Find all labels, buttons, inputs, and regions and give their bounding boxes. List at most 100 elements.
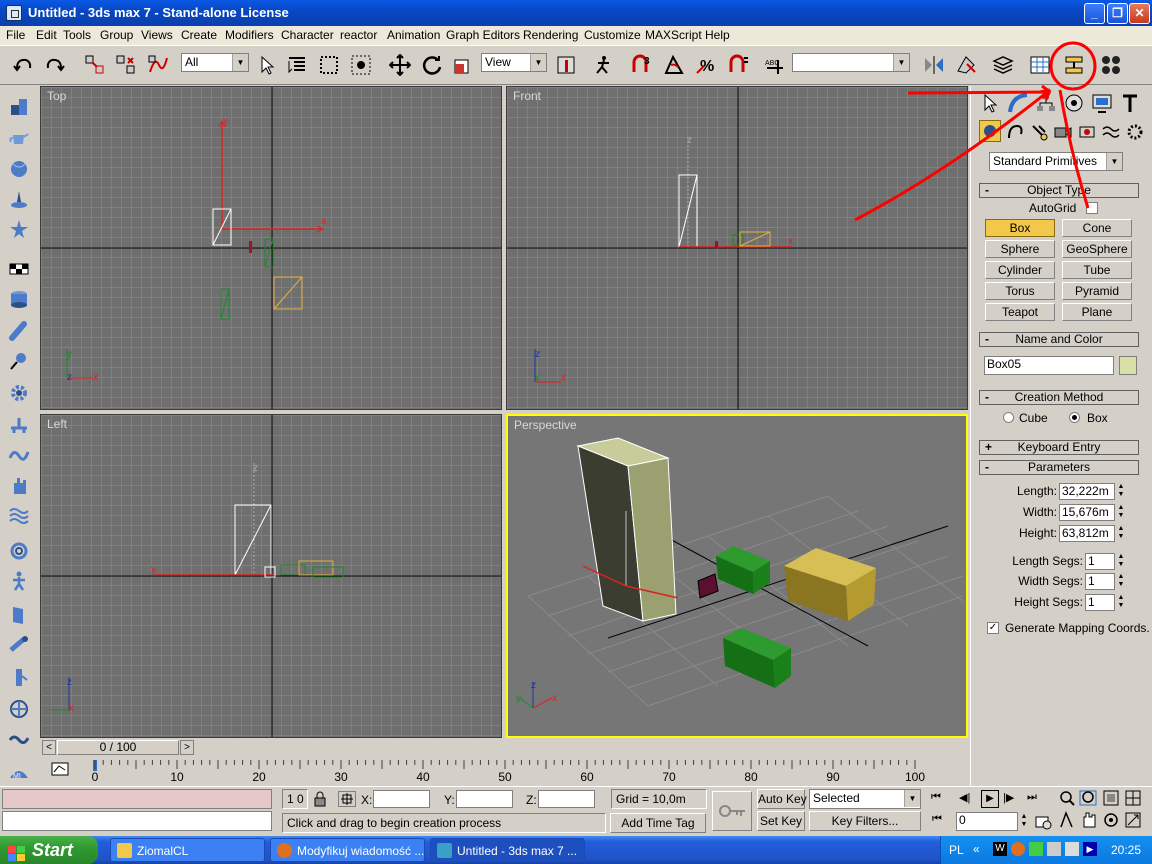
spotlight-icon[interactable] (6, 348, 32, 374)
z-coord-field[interactable] (538, 790, 595, 808)
length-segs-field[interactable]: 1 (1085, 553, 1115, 570)
select-and-link-icon[interactable] (82, 52, 108, 78)
app-icon[interactable] (6, 5, 22, 21)
object-category-dropdown[interactable]: Standard Primitives ▼ (989, 152, 1123, 171)
rope-icon[interactable] (6, 726, 32, 752)
autogrid-checkbox[interactable] (1086, 202, 1098, 214)
hierarchy-tab-icon[interactable] (1035, 92, 1059, 114)
menu-animation[interactable]: Animation (387, 28, 440, 42)
geosphere-button[interactable]: GeoSphere (1062, 240, 1132, 258)
winamp-icon[interactable]: W (993, 842, 1007, 856)
track-bar[interactable]: 0 10 20 30 40 50 60 70 80 90 100 (40, 758, 970, 784)
rectangular-selection-icon[interactable] (316, 52, 342, 78)
set-key-button[interactable]: Set Key (757, 811, 805, 831)
key-filters-button[interactable]: Key Filters... (809, 811, 921, 831)
gear-icon[interactable] (6, 380, 32, 406)
volume-icon[interactable] (1065, 842, 1079, 856)
viewport-perspective[interactable]: Perspective z x y (506, 414, 968, 738)
box-icon[interactable] (6, 94, 32, 120)
taskbar-item-3dsmax[interactable]: Untitled - 3ds max 7 ... (430, 838, 585, 862)
field-of-view-icon[interactable] (1060, 810, 1073, 828)
material-editor-icon[interactable] (1098, 52, 1124, 78)
motion-tab-icon[interactable] (1063, 92, 1087, 114)
restore-button[interactable]: ❐ (1107, 3, 1128, 24)
creation-method-rollout[interactable]: - Creation Method (979, 390, 1139, 405)
menu-group[interactable]: Group (100, 28, 133, 42)
auto-key-button[interactable]: Auto Key (757, 789, 807, 809)
plane-button[interactable]: Plane (1062, 303, 1132, 321)
bind-space-warp-icon[interactable] (145, 52, 171, 78)
height-segs-field[interactable]: 1 (1085, 594, 1115, 611)
menu-edit[interactable]: Edit (36, 28, 57, 42)
schematic-view-icon[interactable] (1061, 52, 1087, 78)
figure-icon[interactable] (6, 664, 32, 690)
menu-tools[interactable]: Tools (63, 28, 91, 42)
geometry-icon[interactable] (979, 120, 1001, 142)
next-frame-icon[interactable]: |▶ (1003, 791, 1014, 804)
select-manipulate-icon[interactable] (590, 52, 616, 78)
space-warps-icon[interactable] (1101, 122, 1121, 142)
viewport-left[interactable]: Left z y z x (40, 414, 502, 738)
torus-button[interactable]: Torus (985, 282, 1055, 300)
close-button[interactable]: ✕ (1129, 3, 1150, 24)
width-field[interactable]: 15,676m (1059, 504, 1115, 521)
maxscript-listener-white[interactable] (2, 811, 272, 831)
menu-create[interactable]: Create (181, 28, 217, 42)
app-tray-icon[interactable] (1029, 842, 1043, 856)
menu-help[interactable]: Help (705, 28, 730, 42)
menu-customize[interactable]: Customize (584, 28, 641, 42)
sphere-icon[interactable] (6, 156, 32, 182)
sphere-button[interactable]: Sphere (985, 240, 1055, 258)
pyramid-button[interactable]: Pyramid (1062, 282, 1132, 300)
time-slider[interactable]: < 0 / 100 > (40, 739, 500, 756)
biped-icon[interactable] (6, 568, 32, 594)
key-mode-dropdown[interactable]: Selected ▼ (809, 789, 921, 809)
keyboard-entry-rollout[interactable]: + Keyboard Entry (979, 440, 1139, 455)
go-to-start-icon[interactable]: ⏮ (931, 791, 941, 804)
parameters-rollout[interactable]: - Parameters (979, 460, 1139, 475)
width-spinner[interactable]: ▲ ▼ (1116, 504, 1126, 521)
helpers-icon[interactable] (1077, 122, 1097, 142)
lock-icon[interactable] (312, 791, 328, 807)
maximize-viewport-icon[interactable] (1125, 812, 1141, 828)
x-coord-field[interactable] (373, 790, 430, 808)
cone-button[interactable]: Cone (1062, 219, 1132, 237)
current-frame-spinner[interactable]: ▲ ▼ (1019, 813, 1029, 830)
menu-character[interactable]: Character (281, 28, 334, 42)
height-spinner[interactable]: ▲ ▼ (1116, 525, 1126, 542)
box-radio[interactable] (1069, 412, 1080, 423)
language-indicator[interactable]: PL (949, 843, 964, 857)
name-and-color-rollout[interactable]: - Name and Color (979, 332, 1139, 347)
time-slider-thumb[interactable]: 0 / 100 (57, 740, 179, 755)
mirror-icon[interactable] (921, 52, 947, 78)
viewport-front[interactable]: Front z x z x y (506, 86, 968, 410)
menu-maxscript[interactable]: MAXScript (645, 28, 702, 42)
teapot-button[interactable]: Teapot (985, 303, 1055, 321)
shapes-icon[interactable] (1005, 122, 1025, 142)
systems-icon[interactable] (1125, 122, 1145, 142)
viewport-top[interactable]: Top y x y x z (40, 86, 502, 410)
named-selection-dropdown[interactable]: ▼ (792, 53, 910, 72)
chevron-left-icon[interactable]: < (42, 740, 56, 755)
add-time-tag-button[interactable]: Add Time Tag (610, 813, 706, 833)
previous-frame-icon[interactable]: ◀| (959, 791, 970, 804)
zoom-extents-icon[interactable] (1103, 790, 1119, 806)
generate-mapping-checkbox[interactable]: ✓ (987, 622, 999, 634)
menu-reactor[interactable]: reactor (340, 28, 377, 42)
hand-icon[interactable] (6, 472, 32, 498)
box-button[interactable]: Box (985, 219, 1055, 237)
curve-editor-mini-icon[interactable] (50, 761, 70, 779)
menu-rendering[interactable]: Rendering (523, 28, 578, 42)
menu-file[interactable]: File (6, 28, 25, 42)
arc-rotate-icon[interactable] (1104, 813, 1118, 827)
cylinder-stack-icon[interactable] (6, 286, 32, 312)
length-spinner[interactable]: ▲ ▼ (1116, 483, 1126, 500)
unlink-icon[interactable] (113, 52, 139, 78)
door-icon[interactable] (6, 602, 32, 628)
selection-filter-dropdown[interactable]: All ▼ (181, 53, 249, 72)
height-segs-spinner[interactable]: ▲ ▼ (1116, 594, 1126, 611)
edit-named-selections-icon[interactable]: ABC (762, 52, 788, 78)
time-configuration-icon[interactable] (1034, 813, 1052, 831)
select-object-icon[interactable] (254, 52, 280, 78)
cylinder-button[interactable]: Cylinder (985, 261, 1055, 279)
